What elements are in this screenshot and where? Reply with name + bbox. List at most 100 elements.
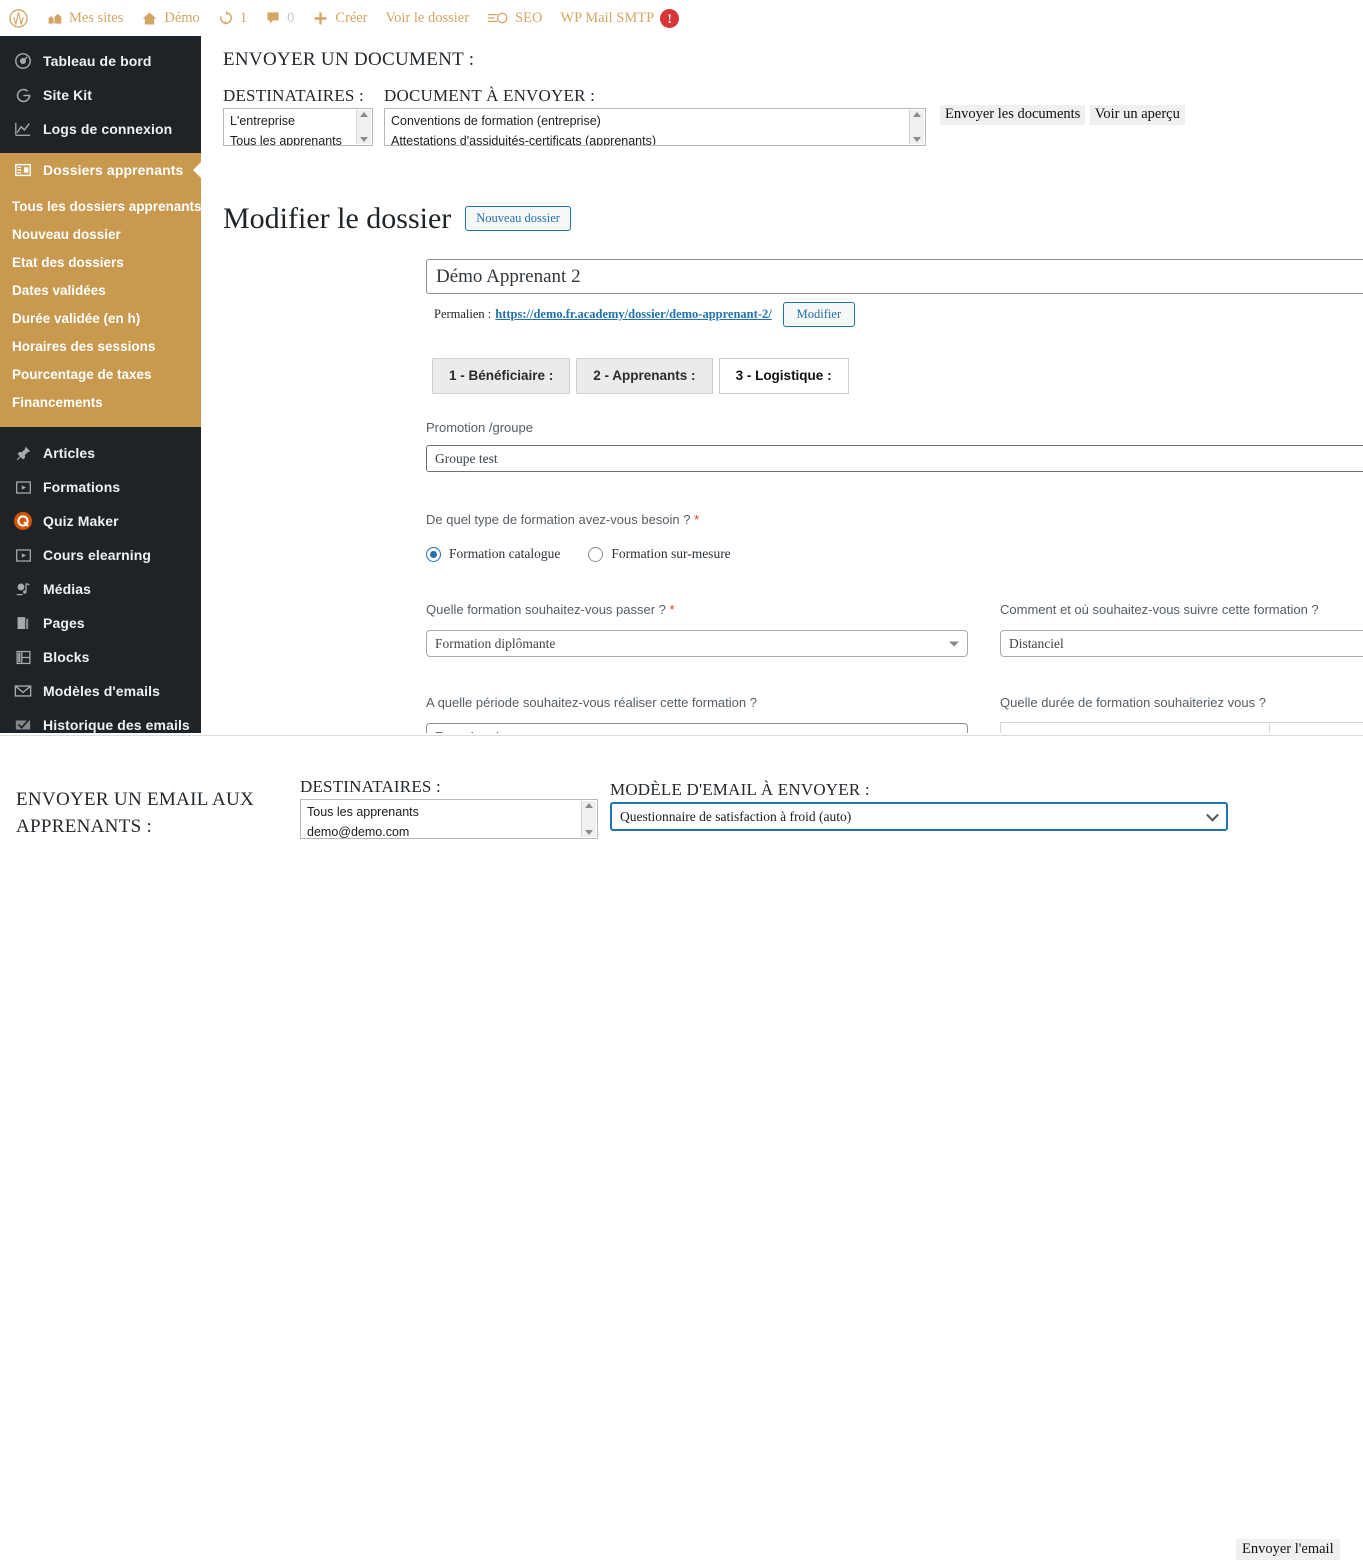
duration-days-input[interactable]: En jours ouvrés ? xyxy=(1269,723,1363,733)
sidebar-item-articles-label: Articles xyxy=(43,445,96,461)
sidebar-item-tous-les-dossiers[interactable]: Tous les dossiers apprenants xyxy=(0,193,201,221)
admin-bar-site-name[interactable]: Démo xyxy=(132,0,208,36)
how-where-group: Comment et où souhaitez-vous suivre cett… xyxy=(1000,602,1363,657)
preview-document-button[interactable]: Voir un aperçu xyxy=(1089,105,1185,125)
sidebar-item-dossiers-apprenants[interactable]: Dossiers apprenants xyxy=(0,153,201,187)
listbox-scrollbar[interactable] xyxy=(581,801,596,837)
new-dossier-button[interactable]: Nouveau dossier xyxy=(465,205,571,232)
radio-formation-sur-mesure[interactable]: Formation sur-mesure xyxy=(588,546,731,562)
listbox-scrollbar[interactable] xyxy=(909,110,924,144)
video-icon xyxy=(12,477,34,497)
admin-bar-my-sites[interactable]: Mes sites xyxy=(37,0,132,36)
admin-bar-seo[interactable]: SEO xyxy=(478,0,551,36)
chevron-down-icon[interactable] xyxy=(1206,808,1219,822)
send-email-button[interactable]: Envoyer l'email xyxy=(1236,1539,1340,1560)
sidebar-item-horaires-des-sessions[interactable]: Horaires des sessions xyxy=(0,333,201,361)
scroll-up-icon[interactable] xyxy=(585,803,593,808)
sidebar-item-login-logs[interactable]: Logs de connexion xyxy=(0,112,201,146)
list-option[interactable]: demo@demo.com xyxy=(301,822,597,838)
sidebar-item-dashboard[interactable]: Tableau de bord xyxy=(0,44,201,78)
sidebar-item-articles[interactable]: Articles xyxy=(0,436,201,470)
sidebar-item-quiz-maker[interactable]: Quiz Maker xyxy=(0,504,201,538)
duration-inputs: En heures ? En jours ouvrés ? xyxy=(1000,722,1363,733)
sidebar-item-pourcentage-de-taxes[interactable]: Pourcentage de taxes xyxy=(0,361,201,389)
send-email-template-select[interactable]: Questionnaire de satisfaction à froid (a… xyxy=(610,802,1228,831)
sidebar-item-duree-validee[interactable]: Durée validée (en h) xyxy=(0,305,201,333)
sidebar-item-modeles-emails[interactable]: Modèles d'emails xyxy=(0,674,201,708)
sidebar-item-blocks[interactable]: Blocks xyxy=(0,640,201,674)
sidebar-item-formations[interactable]: Formations xyxy=(0,470,201,504)
promotion-input[interactable] xyxy=(426,445,1363,472)
scroll-up-icon[interactable] xyxy=(913,112,921,117)
smtp-alert-badge: ! xyxy=(660,8,680,28)
admin-bar-seo-label: SEO xyxy=(515,9,543,26)
sidebar-item-site-kit[interactable]: Site Kit xyxy=(0,78,201,112)
envelope-icon xyxy=(12,681,34,701)
send-document-document-listbox[interactable]: Conventions de formation (entreprise) At… xyxy=(384,108,926,146)
scroll-up-icon[interactable] xyxy=(360,112,368,117)
sidebar-item-financements[interactable]: Financements xyxy=(0,389,201,417)
sidebar-item-quiz-maker-label: Quiz Maker xyxy=(43,513,119,529)
sidebar-item-dates-validees[interactable]: Dates validées xyxy=(0,277,201,305)
radio-formation-catalogue[interactable]: Formation catalogue xyxy=(426,546,560,562)
list-option[interactable]: L'entreprise xyxy=(224,111,372,131)
sidebar-item-pages[interactable]: Pages xyxy=(0,606,201,640)
video-icon xyxy=(12,545,34,565)
list-option[interactable]: Tous les apprenants xyxy=(301,802,597,822)
how-where-select[interactable]: Distanciel × xyxy=(1000,630,1363,657)
training-type-group: De quel type de formation avez-vous beso… xyxy=(426,512,731,562)
chart-line-icon xyxy=(12,119,34,139)
admin-bar-my-sites-label: Mes sites xyxy=(69,9,124,26)
send-documents-button[interactable]: Envoyer les documents xyxy=(940,105,1086,125)
list-option[interactable]: Conventions de formation (entreprise) xyxy=(385,111,925,131)
post-title-input[interactable] xyxy=(426,259,1363,294)
tab-beneficiaire[interactable]: 1 - Bénéficiaire : xyxy=(432,358,571,394)
edit-permalink-button[interactable]: Modifier xyxy=(782,302,856,327)
sidebar-item-medias[interactable]: Médias xyxy=(0,572,201,606)
duration-hours-input[interactable]: En heures ? xyxy=(1001,723,1269,733)
send-email-recipients-listbox[interactable]: Tous les apprenants demo@demo.com xyxy=(300,799,598,839)
permalink-row: Permalien : https://demo.fr.academy/doss… xyxy=(434,302,856,327)
list-option[interactable]: Tous les apprenants xyxy=(224,131,372,145)
sidebar-item-historique-emails[interactable]: Historique des emails xyxy=(0,708,201,733)
period-select[interactable]: Dans 4 mois xyxy=(426,723,968,733)
tab-logistique[interactable]: 3 - Logistique : xyxy=(718,358,849,394)
period-value: Dans 4 mois xyxy=(435,730,505,734)
send-email-heading: ENVOYER UN EMAIL AUX APPRENANTS : xyxy=(16,789,255,837)
scroll-down-icon[interactable] xyxy=(360,137,368,142)
pages-icon xyxy=(12,613,34,633)
permalink-url[interactable]: https://demo.fr.academy/dossier/demo-app… xyxy=(495,307,771,322)
scroll-down-icon[interactable] xyxy=(913,137,921,142)
send-document-panel: DESTINATAIRES : L'entreprise Tous les ap… xyxy=(223,86,1185,146)
promotion-group: Promotion /groupe xyxy=(426,420,1363,472)
chevron-down-icon[interactable] xyxy=(949,641,959,646)
sidebar-item-nouveau-dossier[interactable]: Nouveau dossier xyxy=(0,221,201,249)
training-type-radios: Formation catalogue Formation sur-mesure xyxy=(426,546,731,562)
sidebar-item-cours-elearning[interactable]: Cours elearning xyxy=(0,538,201,572)
radio-input[interactable] xyxy=(588,546,604,562)
radio-input[interactable] xyxy=(426,546,441,562)
collapse-arrow-icon xyxy=(193,162,201,178)
period-group: A quelle période souhaitez-vous réaliser… xyxy=(426,695,968,733)
sidebar-item-etat-des-dossiers[interactable]: Etat des dossiers xyxy=(0,249,201,277)
list-option[interactable]: Attestations d'assiduités-certificats (a… xyxy=(385,131,925,145)
updates-icon xyxy=(219,10,232,26)
listbox-scrollbar[interactable] xyxy=(356,110,371,144)
admin-bar-new-content[interactable]: Créer xyxy=(303,0,376,36)
chevron-down-icon[interactable] xyxy=(947,729,960,733)
admin-bar-updates[interactable]: 1 xyxy=(209,0,256,36)
plus-icon xyxy=(314,12,327,24)
which-training-value: Formation diplômante xyxy=(435,635,556,651)
send-email-template-group: MODÈLE D'EMAIL À ENVOYER : Questionnaire… xyxy=(610,780,1228,831)
tab-apprenants[interactable]: 2 - Apprenants : xyxy=(576,358,713,394)
page-title-row: Modifier le dossier Nouveau dossier xyxy=(223,202,571,235)
admin-bar-wordpress-logo[interactable] xyxy=(0,0,37,36)
send-document-recipients-listbox[interactable]: L'entreprise Tous les apprenants xyxy=(223,108,373,146)
admin-bar-wp-mail-smtp[interactable]: WP Mail SMTP ! xyxy=(551,0,688,36)
admin-bar-wp-mail-smtp-label: WP Mail SMTP xyxy=(560,9,655,26)
which-training-select[interactable]: Formation diplômante xyxy=(426,630,968,657)
admin-bar-comments[interactable]: 0 xyxy=(256,0,303,36)
admin-bar-view-post[interactable]: Voir le dossier xyxy=(377,0,479,36)
main-content: ENVOYER UN DOCUMENT : DESTINATAIRES : L'… xyxy=(201,36,1363,733)
scroll-down-icon[interactable] xyxy=(585,830,593,835)
